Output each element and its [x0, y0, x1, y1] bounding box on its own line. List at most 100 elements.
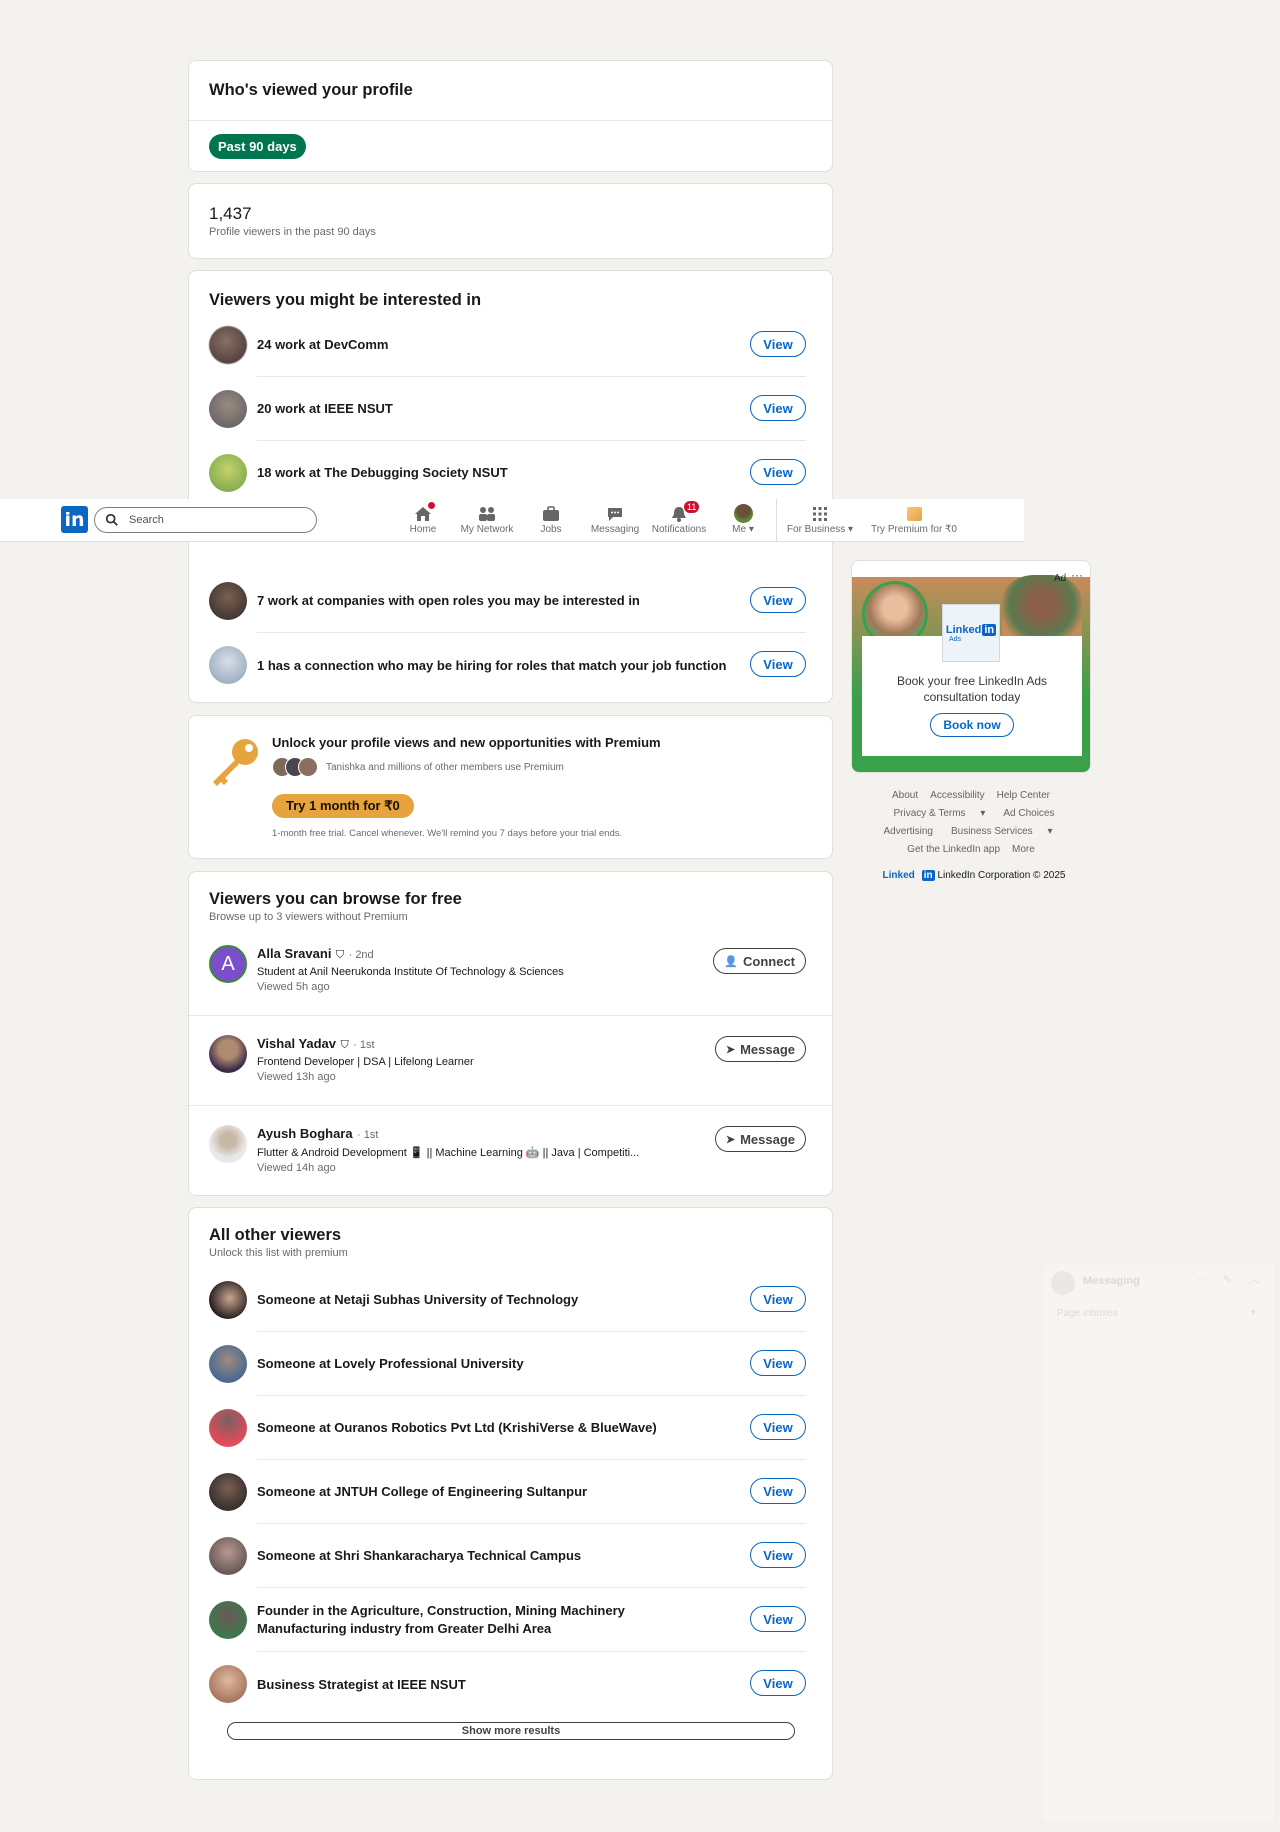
view-button[interactable]: View — [750, 651, 806, 677]
list-item[interactable]: 20 work at IEEE NSUT View — [209, 377, 806, 441]
linkedin-ads-logo: Linked in Ads — [942, 604, 1000, 662]
viewers-header-card: Who's viewed your profile Past 90 days — [188, 60, 833, 172]
verified-icon: ⛉ — [340, 1039, 349, 1051]
page-inboxes[interactable]: Page inboxes — [1057, 1308, 1118, 1319]
view-button[interactable]: View — [750, 1606, 806, 1632]
footer-link[interactable]: More — [1012, 844, 1035, 855]
member-faces — [272, 757, 320, 779]
message-button[interactable]: ➤ Message — [714, 1126, 806, 1152]
list-item[interactable]: Someone at Lovely Professional Universit… — [209, 1332, 806, 1396]
ad-logo-text: Linked — [945, 623, 982, 636]
list-item[interactable]: 18 work at The Debugging Society NSUT Vi… — [209, 441, 806, 505]
show-more-button[interactable]: Show more results — [227, 1722, 795, 1740]
footer-link[interactable]: Privacy & Terms ▾ — [887, 808, 991, 819]
connection-degree: · 2nd — [348, 949, 374, 961]
list-item[interactable]: Someone at Netaji Subhas University of T… — [209, 1268, 806, 1332]
avatar — [209, 582, 247, 620]
view-button[interactable]: View — [750, 1542, 806, 1568]
nav-jobs[interactable]: Jobs — [515, 505, 587, 535]
list-item-text: 24 work at DevComm — [257, 313, 806, 377]
free-viewers-card: Viewers you can browse for free Browse u… — [188, 871, 833, 1196]
premium-card: Unlock your profile views and new opport… — [188, 715, 833, 859]
messaging-panel[interactable]: Messaging ··· ✎ ︿ Page inboxes ▾ — [1042, 1262, 1276, 1822]
nav-notifications[interactable]: 11 Notifications — [643, 501, 715, 535]
footer-link[interactable]: About — [892, 790, 918, 801]
footer-link[interactable]: Get the LinkedIn app — [907, 844, 1000, 855]
chevron-up-icon[interactable]: ︿ — [1249, 1271, 1260, 1287]
avatar — [209, 646, 247, 684]
view-button[interactable]: View — [750, 331, 806, 357]
viewer-name[interactable]: Alla Sravani — [257, 946, 331, 961]
list-item[interactable]: Someone at JNTUH College of Engineering … — [209, 1460, 806, 1524]
viewer-entry[interactable]: Vishal Yadav ⛉ · 1st Frontend Developer … — [209, 1035, 806, 1083]
book-now-button[interactable]: Book now — [930, 713, 1014, 737]
more-icon[interactable]: ··· — [1071, 568, 1083, 582]
chat-icon — [608, 507, 622, 521]
view-button[interactable]: View — [750, 1350, 806, 1376]
avatar — [298, 757, 318, 777]
view-button[interactable]: View — [750, 1414, 806, 1440]
view-button[interactable]: View — [750, 1670, 806, 1696]
search-placeholder: Search — [129, 514, 164, 526]
viewer-entry[interactable]: A Alla Sravani ⛉ · 2nd Student at Anil N… — [209, 945, 806, 993]
chevron-down-icon: ▾ — [1047, 826, 1053, 837]
avatar — [209, 1281, 247, 1319]
list-item-text: Founder in the Agriculture, Construction… — [257, 1588, 806, 1652]
list-item[interactable]: Business Strategist at IEEE NSUT View — [209, 1652, 806, 1716]
avatar — [209, 326, 247, 364]
list-item[interactable]: 1 has a connection who may be hiring for… — [209, 633, 806, 697]
list-item[interactable]: 7 work at companies with open roles you … — [209, 569, 806, 633]
list-item[interactable]: Founder in the Agriculture, Construction… — [209, 1588, 806, 1652]
nav-me[interactable]: Me ▾ — [707, 504, 779, 535]
nav-my-network[interactable]: My Network — [451, 505, 523, 535]
view-button[interactable]: View — [750, 587, 806, 613]
avatar — [1051, 1271, 1075, 1295]
ad-logo-sub: Ads — [949, 635, 962, 643]
footer-link[interactable]: Help Center — [997, 790, 1050, 801]
footer-link[interactable]: Business Services ▾ — [945, 826, 1059, 837]
search-input[interactable]: Search — [94, 507, 317, 533]
nav-messaging[interactable]: Messaging — [579, 505, 651, 535]
message-button-label: Message — [740, 1041, 795, 1057]
section-title: Viewers you might be interested in — [209, 291, 482, 309]
linkedin-logo-icon: in — [982, 623, 997, 636]
viewer-entry[interactable]: Ayush Boghara · 1st Flutter & Android De… — [209, 1125, 806, 1174]
grid-icon — [813, 506, 827, 521]
viewer-name[interactable]: Vishal Yadav — [257, 1036, 336, 1051]
premium-cta-button[interactable]: Try 1 month for ₹0 — [272, 794, 414, 818]
nav-home[interactable]: Home — [387, 501, 459, 535]
nav-try-premium[interactable]: Try Premium for ₹0 — [864, 505, 964, 535]
nav-for-business[interactable]: For Business ▾ — [782, 505, 858, 535]
ad-card[interactable]: Ad ··· Linked in Ads Book your free Linke… — [851, 560, 1091, 773]
nav-label: For Business — [786, 524, 846, 535]
viewer-count[interactable]: 1,437 — [209, 204, 252, 224]
filter-pill[interactable]: Past 90 days — [209, 134, 306, 159]
messaging-title[interactable]: Messaging — [1083, 1275, 1140, 1287]
compose-icon[interactable]: ✎ — [1223, 1273, 1232, 1286]
avatar — [209, 390, 247, 428]
view-button[interactable]: View — [750, 1478, 806, 1504]
footer-link[interactable]: Accessibility — [930, 790, 984, 801]
more-icon[interactable]: ··· — [1197, 1273, 1208, 1285]
list-item[interactable]: Someone at Shri Shankaracharya Technical… — [209, 1524, 806, 1588]
nav-label: Messaging — [590, 524, 640, 535]
linkedin-logo-icon[interactable]: in — [61, 506, 88, 533]
chevron-down-icon: ▾ — [980, 808, 986, 819]
footer-link[interactable]: Advertising — [884, 826, 933, 837]
view-button[interactable]: View — [750, 395, 806, 421]
view-button[interactable]: View — [750, 1286, 806, 1312]
premium-social-proof: Tanishka and millions of other members u… — [326, 762, 564, 773]
list-item-text: Someone at Netaji Subhas University of T… — [257, 1268, 806, 1332]
viewer-name[interactable]: Ayush Boghara — [257, 1126, 353, 1141]
viewer-count-label: Profile viewers in the past 90 days — [209, 226, 376, 238]
connect-button[interactable]: 👤 Connect — [713, 948, 806, 974]
list-item-text: 20 work at IEEE NSUT — [257, 377, 806, 441]
view-button[interactable]: View — [750, 459, 806, 485]
avatar — [209, 1473, 247, 1511]
footer-link[interactable]: Ad Choices — [1003, 808, 1054, 819]
message-button[interactable]: ➤ Message — [714, 1036, 806, 1062]
list-item[interactable]: Someone at Ouranos Robotics Pvt Ltd (Kri… — [209, 1396, 806, 1460]
list-item[interactable]: 24 work at DevComm View — [209, 313, 806, 377]
add-person-icon: 👤 — [724, 955, 738, 968]
linkedin-logo-icon: in — [921, 870, 935, 881]
